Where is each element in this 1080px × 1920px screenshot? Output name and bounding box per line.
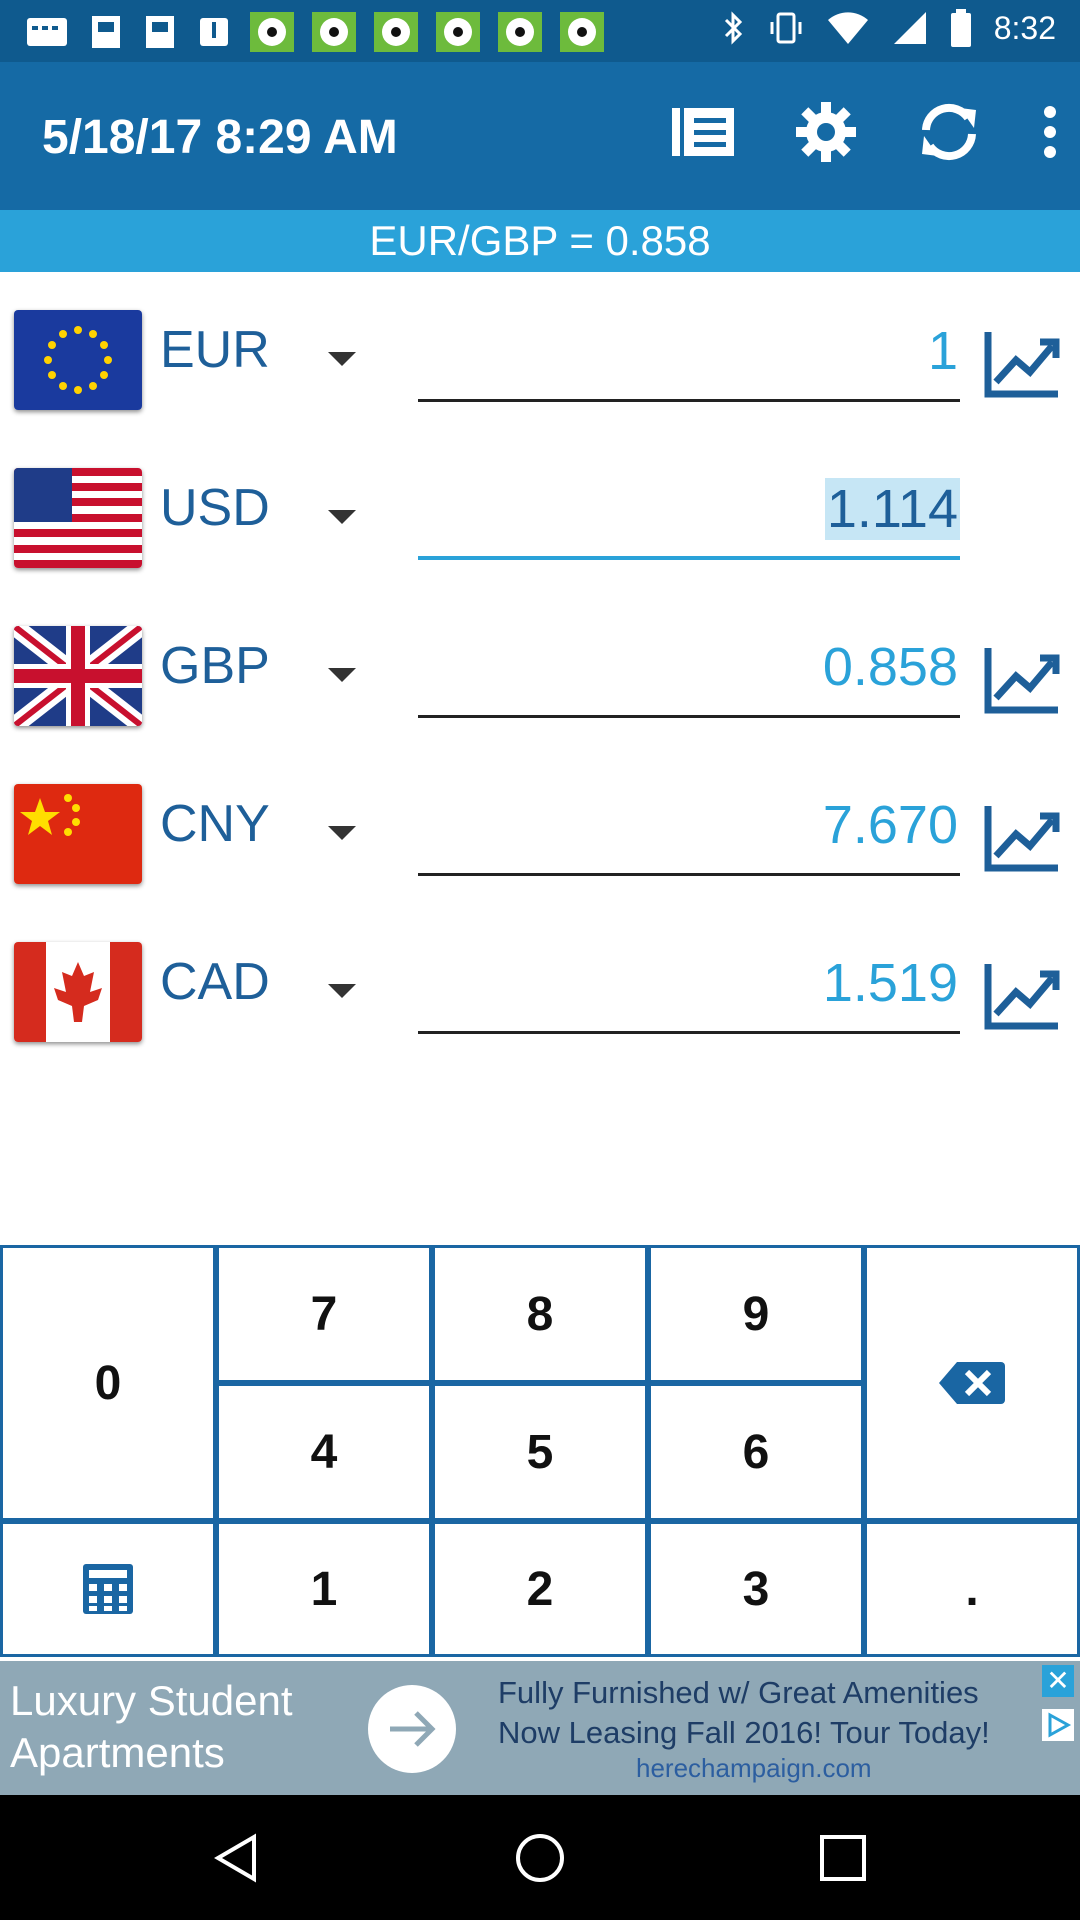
- exchange-rate-banner: EUR/GBP = 0.858: [0, 210, 1080, 272]
- soccer-icon: [436, 12, 480, 52]
- key-4[interactable]: 4: [216, 1383, 432, 1521]
- key-1[interactable]: 1: [216, 1521, 432, 1657]
- ca-flag-icon[interactable]: [14, 942, 142, 1042]
- wifi-icon: [827, 12, 868, 44]
- app-bar-actions: [670, 100, 1060, 164]
- ad-body: Fully Furnished w/ Great Amenities Now L…: [498, 1675, 990, 1750]
- amount-field[interactable]: 0.858: [418, 622, 960, 718]
- key-5[interactable]: 5: [432, 1383, 648, 1521]
- chart-icon[interactable]: [982, 802, 1062, 874]
- home-icon[interactable]: [513, 1831, 567, 1885]
- currency-code: EUR: [160, 321, 270, 379]
- keypad: 0 7 8 9 4 5 6 1 2 3 .: [0, 1245, 1080, 1657]
- key-8[interactable]: 8: [432, 1245, 648, 1383]
- chart-icon[interactable]: [982, 328, 1062, 400]
- system-icons: 8:32: [722, 8, 1056, 48]
- key-7[interactable]: 7: [216, 1245, 432, 1383]
- flipboard-icon: [146, 16, 174, 48]
- key-3[interactable]: 3: [648, 1521, 864, 1657]
- amount-field[interactable]: 7.670: [418, 780, 960, 876]
- currency-dropdown-caret[interactable]: [328, 984, 356, 998]
- ad-banner[interactable]: Luxury Student Apartments Fully Furnishe…: [0, 1661, 1080, 1795]
- currency-dropdown-caret[interactable]: [328, 668, 356, 682]
- adchoices-icon[interactable]: [1042, 1709, 1074, 1741]
- currency-code: GBP: [160, 637, 270, 695]
- more-icon[interactable]: [1040, 102, 1060, 162]
- key-decimal[interactable]: .: [864, 1521, 1080, 1657]
- amount-field[interactable]: 1: [418, 306, 960, 402]
- chart-icon[interactable]: [982, 960, 1062, 1032]
- battery-icon: [950, 9, 971, 47]
- settings-icon[interactable]: [794, 100, 858, 164]
- us-flag-icon[interactable]: [14, 468, 142, 568]
- ad-url[interactable]: herechampaign.com: [636, 1753, 872, 1784]
- navigation-bar: [0, 1795, 1080, 1920]
- chart-icon[interactable]: [982, 644, 1062, 716]
- app-bar: 5/18/17 8:29 AM: [0, 62, 1080, 210]
- ad-arrow-button[interactable]: [368, 1685, 456, 1773]
- key-2[interactable]: 2: [432, 1521, 648, 1657]
- currency-row-cad: CAD 1.519: [0, 924, 1080, 1044]
- soccer-icon: [560, 12, 604, 52]
- calculator-icon: [83, 1564, 133, 1614]
- calendar-icon: [27, 18, 67, 46]
- amount-field-active[interactable]: 1.114: [418, 464, 960, 560]
- currency-row-eur: EUR 1: [0, 292, 1080, 412]
- currency-dropdown-caret[interactable]: [328, 826, 356, 840]
- flipboard-icon: [92, 16, 120, 48]
- currency-row-gbp: GBP 0.858: [0, 608, 1080, 728]
- key-9[interactable]: 9: [648, 1245, 864, 1383]
- key-0[interactable]: 0: [0, 1245, 216, 1521]
- currency-code: CAD: [160, 953, 270, 1011]
- backspace-icon: [939, 1362, 1005, 1404]
- ad-close-button[interactable]: ✕: [1042, 1665, 1074, 1697]
- key-6[interactable]: 6: [648, 1383, 864, 1521]
- soccer-icon: [312, 12, 356, 52]
- cn-flag-icon[interactable]: [14, 784, 142, 884]
- currency-code: CNY: [160, 795, 270, 853]
- arrow-right-icon: [390, 1711, 436, 1747]
- backspace-button[interactable]: [864, 1245, 1080, 1521]
- ad-headline: Luxury Student Apartments: [10, 1677, 293, 1776]
- soccer-icon: [374, 12, 418, 52]
- uk-flag-icon[interactable]: [14, 626, 142, 726]
- currency-dropdown-caret[interactable]: [328, 352, 356, 366]
- soccer-icon: [498, 12, 542, 52]
- page-title: 5/18/17 8:29 AM: [42, 111, 398, 164]
- refresh-icon[interactable]: [916, 100, 982, 164]
- status-bar: 8:32: [0, 0, 1080, 62]
- signal-icon: [893, 12, 926, 44]
- currency-row-cny: CNY 7.670: [0, 766, 1080, 886]
- currency-code: USD: [160, 479, 270, 537]
- soccer-icon: [250, 12, 294, 52]
- amount-field[interactable]: 1.519: [418, 938, 960, 1034]
- back-icon[interactable]: [210, 1831, 264, 1885]
- notes-icon[interactable]: [670, 104, 736, 160]
- recents-icon[interactable]: [816, 1831, 870, 1885]
- vibrate-icon: [770, 12, 802, 44]
- currency-dropdown-caret[interactable]: [328, 510, 356, 524]
- eu-flag-icon[interactable]: [14, 310, 142, 410]
- bluetooth-icon: [724, 11, 742, 45]
- currency-row-usd: USD 1.114: [0, 450, 1080, 570]
- calculator-button[interactable]: [0, 1521, 216, 1657]
- status-time: 8:32: [993, 9, 1056, 46]
- notification-icons: [22, 10, 606, 54]
- calendar-icon: [200, 18, 228, 46]
